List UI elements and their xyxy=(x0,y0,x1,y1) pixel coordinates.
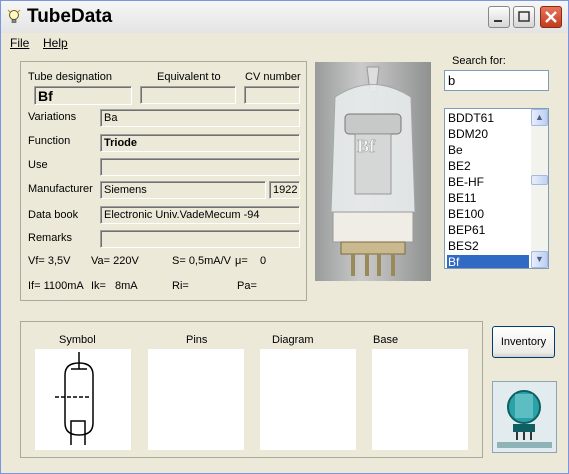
vf-value: Vf= 3,5V xyxy=(28,255,71,267)
tube-logo xyxy=(492,381,557,453)
scroll-up-button[interactable]: ▲ xyxy=(531,109,548,126)
manufacturer-field[interactable]: Siemens xyxy=(100,181,266,199)
ik-value: 8mA xyxy=(115,280,138,292)
databook-label: Data book xyxy=(28,209,79,221)
menu-bar: File Help xyxy=(1,33,568,53)
menu-file-label: File xyxy=(10,36,30,50)
tube-photo: Bf xyxy=(315,62,431,281)
remarks-label: Remarks xyxy=(28,232,73,244)
scroll-down-button[interactable]: ▼ xyxy=(531,251,548,268)
inventory-button[interactable]: Inventory xyxy=(492,326,555,358)
list-scrollbar[interactable]: ▲ ▼ xyxy=(531,109,548,268)
function-label: Function xyxy=(28,135,71,147)
manufacturer-label: Manufacturer xyxy=(28,183,93,195)
title-bar[interactable]: TubeData xyxy=(1,1,568,34)
databook-field[interactable]: Electronic Univ.VadeMecum -94 xyxy=(100,206,300,224)
cv-number-field[interactable] xyxy=(244,86,300,104)
year-field[interactable]: 1922 xyxy=(269,181,300,199)
mu-value: 0 xyxy=(260,255,267,267)
mu-label: μ= xyxy=(235,255,248,267)
remarks-field[interactable] xyxy=(100,230,300,248)
ik-label: Ik= xyxy=(91,280,106,292)
if-value: If= 1100mA xyxy=(28,280,84,292)
ri-label: Ri= xyxy=(172,280,189,292)
search-input[interactable]: b xyxy=(444,70,549,91)
pins-label: Pins xyxy=(186,334,208,346)
bulb-etching: Bf xyxy=(357,136,376,156)
variations-field[interactable]: Ba xyxy=(100,109,300,127)
symbol-label: Symbol xyxy=(59,334,96,346)
triode-symbol-icon xyxy=(55,352,94,445)
list-item[interactable]: BE2 xyxy=(447,159,529,173)
lightbulb-icon xyxy=(7,9,21,23)
list-item[interactable]: BE-HF xyxy=(447,175,529,189)
minimize-icon xyxy=(494,20,502,22)
s-value: S= 0,5mA/V xyxy=(172,255,232,267)
minimize-button[interactable] xyxy=(488,6,510,28)
list-item[interactable]: BE100 xyxy=(447,207,529,221)
search-label: Search for: xyxy=(452,55,506,67)
equivalent-label: Equivalent to xyxy=(157,71,221,83)
symbol-panel xyxy=(35,349,131,450)
scroll-thumb[interactable] xyxy=(531,175,548,185)
list-item[interactable]: BDDT61 xyxy=(447,111,529,125)
tube-list[interactable]: BDDT61 BDM20 Be BE2 BE-HF BE11 BE100 BEP61 BES2 B… xyxy=(444,108,549,269)
list-item[interactable]: BE11 xyxy=(447,191,529,205)
maximize-button[interactable] xyxy=(513,6,535,28)
va-value: Va= 220V xyxy=(91,255,139,267)
diagram-panel xyxy=(260,349,356,450)
cv-number-label: CV number xyxy=(245,71,301,83)
close-button[interactable] xyxy=(540,6,562,28)
tube-designation-label: Tube designation xyxy=(28,71,112,83)
maximize-icon xyxy=(518,11,530,22)
base-panel xyxy=(372,349,468,450)
main-window: TubeData File Help Tube designation Equi… xyxy=(0,0,569,474)
menu-file[interactable]: File xyxy=(10,36,29,50)
list-item[interactable]: BES2 xyxy=(447,239,529,253)
tube-designation-field[interactable]: Bf xyxy=(34,86,132,105)
window-title: TubeData xyxy=(27,6,113,27)
equivalent-field[interactable] xyxy=(140,86,236,104)
close-icon xyxy=(545,11,557,23)
list-item[interactable]: BEP61 xyxy=(447,223,529,237)
use-field[interactable] xyxy=(100,158,300,176)
list-item[interactable]: Be xyxy=(447,143,529,157)
pins-panel xyxy=(148,349,244,450)
tube-logo-icon xyxy=(493,382,556,452)
variations-label: Variations xyxy=(28,111,77,123)
list-item[interactable]: BDM20 xyxy=(447,127,529,141)
menu-help[interactable]: Help xyxy=(43,36,68,50)
menu-help-label: Help xyxy=(43,36,68,50)
base-label: Base xyxy=(373,334,399,346)
pa-label: Pa= xyxy=(237,280,257,292)
list-item[interactable]: Bf xyxy=(447,255,529,268)
use-label: Use xyxy=(28,159,48,171)
diagram-label: Diagram xyxy=(272,334,314,346)
function-field[interactable]: Triode xyxy=(100,134,300,152)
vacuum-tube-image: Bf xyxy=(330,66,416,276)
